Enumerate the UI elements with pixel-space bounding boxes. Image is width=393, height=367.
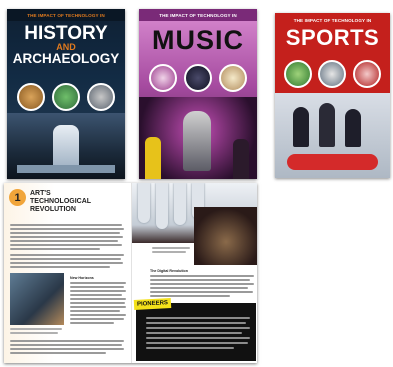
cover-thumbnail-row (275, 60, 390, 88)
spread-photo-performer (194, 207, 257, 265)
body-text-line (150, 283, 254, 285)
body-text-line (70, 306, 126, 308)
cover-thumbnail-image (87, 83, 116, 111)
book-cover-music[interactable]: THE IMPACT OF TECHNOLOGY IN MUSIC (139, 9, 257, 179)
pioneers-box: PIONEERS (133, 298, 256, 361)
cover-thumbnail-image (183, 64, 212, 92)
body-text-line (10, 232, 120, 234)
body-text-line (70, 286, 124, 288)
cover-photo-performer (139, 97, 257, 179)
body-text-line (10, 344, 122, 346)
body-text-line (70, 310, 120, 312)
pioneers-label: PIONEERS (133, 298, 172, 310)
body-text-line (150, 275, 254, 277)
cover-title-line1: MUSIC (152, 25, 244, 55)
cover-photo-figure (183, 111, 211, 171)
chapter-title-line2: TECHNOLOGICAL (30, 198, 92, 205)
cover-photo-lab (7, 113, 125, 179)
chapter-number-badge: 1 (9, 189, 26, 206)
cover-thumbnail-row (139, 64, 257, 92)
body-text-line (10, 352, 106, 354)
body-text-line (150, 291, 253, 293)
cover-series-label: THE IMPACT OF TECHNOLOGY IN (7, 9, 125, 21)
cover-photo-athlete (319, 103, 335, 147)
body-text-line (70, 298, 126, 300)
robot-arm-shape (156, 183, 168, 229)
cover-photo-athlete (345, 109, 361, 147)
cover-photo-bobsled (275, 93, 390, 178)
body-text-line (70, 314, 126, 316)
cover-photo-sled (287, 154, 378, 170)
cover-photo-person-yellow (145, 137, 161, 179)
cover-series-label: THE IMPACT OF TECHNOLOGY IN (139, 9, 257, 21)
body-text-line (10, 348, 124, 350)
body-text-line (10, 244, 122, 246)
body-text-line (70, 322, 114, 324)
body-text-line (70, 290, 126, 292)
cover-thumbnail-image (51, 83, 80, 111)
photo-caption-line (152, 251, 186, 253)
cover-title-line3: ARCHAEOLOGY (12, 51, 120, 66)
pioneers-text-line (146, 347, 234, 349)
robot-arm-shape (138, 183, 150, 223)
cover-series-label: THE IMPACT OF TECHNOLOGY IN (293, 18, 372, 23)
spread-left-page: 1 ART'S TECHNOLOGICAL REVOLUTION New Hor… (4, 183, 131, 363)
sub-heading-right: The Digital Revolution (150, 269, 188, 273)
pioneers-text-line (146, 317, 250, 319)
robot-arm-shape (174, 183, 186, 225)
body-text-line (70, 294, 122, 296)
body-text-line (10, 340, 124, 342)
chapter-title-line3: REVOLUTION (30, 206, 76, 213)
pioneers-text-line (146, 322, 246, 324)
body-text-line (70, 318, 124, 320)
cover-photo-person-right (233, 139, 249, 179)
cover-thumbnail-image (16, 83, 45, 111)
cover-thumbnail-row (7, 83, 125, 111)
body-text-line (10, 224, 122, 226)
pioneers-text-line (146, 332, 242, 334)
pioneers-text-line (146, 337, 250, 339)
body-text-line (10, 266, 110, 268)
body-text-line (10, 228, 124, 230)
cover-thumbnail-image (148, 64, 177, 92)
pioneers-text-line (146, 327, 250, 329)
cover-thumbnail-image (318, 60, 347, 88)
spread-photo-artist (10, 273, 64, 325)
book-interior-spread[interactable]: 1 ART'S TECHNOLOGICAL REVOLUTION New Hor… (4, 183, 257, 363)
body-text-line (10, 236, 123, 238)
sub-heading-left: New Horizons (70, 276, 94, 280)
cover-thumbnail-image (284, 60, 313, 88)
pioneers-text-line (146, 342, 248, 344)
cover-photo-figure (53, 125, 79, 169)
body-text-line (10, 258, 121, 260)
photo-caption-line (152, 247, 190, 249)
cover-thumbnail-image (219, 64, 248, 92)
photo-caption-line (10, 332, 58, 334)
body-text-line (70, 282, 126, 284)
body-text-line (70, 302, 125, 304)
book-cover-sports[interactable]: THE IMPACT OF TECHNOLOGY IN SPORTS (275, 13, 390, 178)
body-text-line (10, 262, 123, 264)
body-text-line (10, 254, 124, 256)
body-text-line (10, 248, 100, 250)
spread-right-page: The Digital Revolution PIONEERS (131, 183, 257, 363)
body-text-line (150, 295, 230, 297)
chapter-title-line1: ART'S (30, 190, 51, 197)
body-text-line (150, 287, 248, 289)
body-text-line (150, 279, 250, 281)
photo-caption-line (10, 328, 62, 330)
cover-thumbnail-image (352, 60, 381, 88)
cover-title-line1: HISTORY (24, 23, 108, 44)
book-cover-history[interactable]: THE IMPACT OF TECHNOLOGY IN HISTORY AND … (7, 9, 125, 179)
cover-title-line1: SPORTS (285, 25, 380, 50)
cover-photo-athlete (293, 107, 309, 147)
chapter-number: 1 (14, 191, 21, 204)
cover-photo-bench (17, 165, 115, 173)
body-text-line (10, 240, 118, 242)
